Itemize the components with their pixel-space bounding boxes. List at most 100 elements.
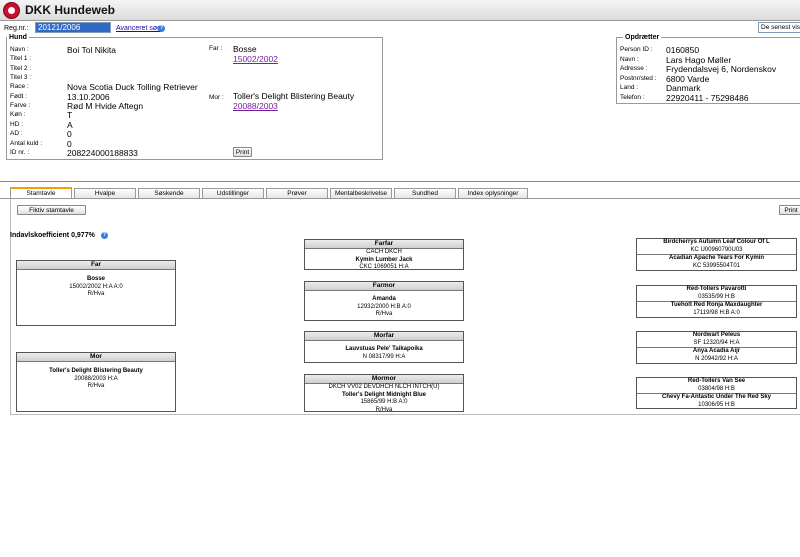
- grandparent-info: N 08317/99 H:A: [362, 353, 406, 360]
- grandparent-box[interactable]: Morfar Lauvstuas Pele' Taikapoika N 08317/…: [304, 331, 464, 363]
- great-grandparent-info: N 20942/92 H:A: [695, 355, 738, 362]
- grandparent-info: 12932/2000 H:B A:0: [357, 303, 411, 310]
- great-grandparent-info: 10306/95 H:B: [698, 401, 735, 408]
- great-grandparent-pair[interactable]: Nordwart Peleus SF 12320/94 H:A Anya Acadi…: [636, 331, 797, 364]
- tab-6[interactable]: Mentalbeskrivelse: [330, 188, 392, 198]
- great-grandparent-name: Acadian Apache Tears For Kymin: [637, 254, 796, 263]
- tab-4[interactable]: Udstillinger: [202, 188, 264, 198]
- dog-field-value: Rød M Hvide Aftegn: [67, 101, 144, 112]
- grandparent-box[interactable]: Farmor Amanda 12932/2000 H:B A:0 R/Hva: [304, 281, 464, 321]
- tab-2[interactable]: Hvalpe: [74, 188, 136, 198]
- grandparent-header: Farfar: [305, 240, 463, 249]
- dog-field-label: Køn :: [10, 111, 26, 119]
- parent-name: Toller's Delight Blistering Beauty: [49, 368, 143, 374]
- dog-field-label: Farve :: [10, 102, 31, 110]
- fictive-pedigree-button[interactable]: Fiktiv stamtavle: [17, 205, 86, 215]
- grandparent-name: Lauvstuas Pele' Taikapoika: [345, 346, 423, 352]
- inbreeding-coefficient: Indavlskoefficient 0,977%: [10, 232, 95, 239]
- breeder-field-label: Navn :: [620, 55, 639, 63]
- parent-header: Far: [17, 261, 175, 270]
- dog-field-value: 208224000188833: [67, 147, 138, 158]
- breeder-field-value: Frydendalsvej 6, Nordenskov: [666, 64, 777, 74]
- great-grandparent-info: SF 12320/94 H:A: [693, 339, 740, 346]
- pedigree-print-button[interactable]: Print: [779, 205, 800, 215]
- dog-field-label: Navn :: [10, 46, 29, 53]
- dog-field-label: Titel 3 :: [10, 74, 32, 82]
- great-grandparent-pair[interactable]: Red-Tollers Van See 03804/98 H:B Chevy Fa-…: [636, 377, 797, 409]
- great-grandparent-name: Chevy Fa-Antastic Under The Red Sky: [637, 393, 796, 402]
- father-reg-link[interactable]: 15002/2002: [233, 54, 278, 64]
- parent-header: Mor: [17, 353, 175, 362]
- grandparent-color: R/Hva: [375, 406, 393, 413]
- dog-print-button[interactable]: Print: [233, 147, 252, 157]
- mother-label: Mor :: [209, 94, 224, 101]
- dog-field-label: Titel 2 :: [10, 64, 32, 72]
- grandparent-name: Amanda: [372, 296, 396, 302]
- advanced-search-link[interactable]: Avanceret søg: [116, 25, 161, 32]
- mother-reg-link[interactable]: 20088/2003: [233, 101, 278, 111]
- reg-nr-label: Reg.nr.:: [4, 25, 29, 32]
- mother-box[interactable]: Mor Toller's Delight Blistering Beauty 200…: [16, 352, 176, 412]
- grandparent-info: CKC 1069051 H:A: [359, 264, 409, 270]
- breeder-panel-legend: Opdrætter: [625, 34, 660, 41]
- breeder-field-label: Adresse :: [620, 65, 648, 72]
- dog-field-label: HD :: [10, 120, 23, 128]
- parent-color: R/Hva: [87, 383, 105, 389]
- breeder-field-label: Telefon :: [620, 93, 645, 101]
- inbreeding-help-icon[interactable]: ?: [101, 232, 108, 239]
- parent-info: 15002/2002 H:A A:0: [69, 283, 123, 290]
- tab-1[interactable]: Stamtavle: [10, 187, 72, 198]
- grandparent-header: Farmor: [305, 282, 463, 291]
- tab-3[interactable]: Søskende: [138, 188, 200, 198]
- great-grandparent-name: Birdcherrys Autumn Leaf Colour Of L: [663, 239, 770, 245]
- mother-name: Toller's Delight Blistering Beauty: [233, 91, 355, 101]
- recent-dogs-select[interactable]: De senest viste: [758, 22, 800, 33]
- great-grandparent-info: KC U00960790U03: [690, 246, 743, 253]
- section-divider: [0, 181, 800, 182]
- parent-info: 20088/2003 H:A: [74, 375, 118, 382]
- great-grandparent-info: 03804/98 H:B: [698, 385, 735, 392]
- great-grandparent-name: Red-Tollers Pavarotti: [686, 286, 747, 292]
- great-grandparent-pair[interactable]: Birdcherrys Autumn Leaf Colour Of L KC U0…: [636, 238, 797, 271]
- dog-field-label: ID nr. :: [10, 148, 30, 156]
- breeder-field-value: 0160850: [666, 45, 700, 55]
- great-grandparent-name: Red-Tollers Van See: [687, 378, 746, 384]
- tab-5[interactable]: Prøver: [266, 188, 328, 198]
- great-grandparent-info: KC 53995504T01: [692, 262, 741, 269]
- great-grandparent-name: Tueholt Red Ronja Maxdaughter: [637, 301, 796, 310]
- dog-field-label: Titel 1 :: [10, 55, 32, 63]
- dog-panel-legend: Hund: [9, 34, 27, 41]
- great-grandparent-pair[interactable]: Red-Tollers Pavarotti 03535/99 H:B Tueholt…: [636, 285, 797, 318]
- grandparent-title: DKCH VV02 DEVDHCH NLCH INTCH(U): [328, 384, 440, 390]
- father-name: Bosse: [233, 44, 257, 54]
- grandparent-name: Toller's Delight Midnight Blue: [342, 391, 426, 398]
- grandparent-box[interactable]: Mormor DKCH VV02 DEVDHCH NLCH INTCH(U) Tol…: [304, 374, 464, 413]
- dog-field-label: Antal kuld :: [10, 139, 43, 147]
- great-grandparent-name: Nordwart Peleus: [692, 332, 741, 338]
- father-label: Far :: [209, 45, 223, 52]
- reg-nr-input[interactable]: 20121/2006: [35, 22, 111, 33]
- breeder-field-value: 6800 Varde: [666, 73, 710, 84]
- help-icon[interactable]: ?: [158, 25, 165, 32]
- breeder-field-label: Person ID :: [620, 46, 653, 53]
- app-header: [0, 0, 800, 21]
- breeder-field-label: Land :: [620, 84, 639, 91]
- dog-field-label: Race :: [10, 83, 29, 91]
- dkk-logo-icon: [3, 2, 20, 19]
- dog-field-label: Født :: [10, 92, 27, 100]
- grandparent-header: Mormor: [305, 375, 463, 384]
- great-grandparent-info: 03535/99 H:B: [698, 293, 735, 300]
- tab-7[interactable]: Sundhed: [394, 188, 456, 198]
- tab-8[interactable]: Index oplysninger: [458, 188, 528, 198]
- breeder-field-value: 22920411 - 75298486: [666, 92, 749, 103]
- breeder-field-value: Danmark: [666, 83, 701, 93]
- grandparent-box[interactable]: Farfar CACH DKCH Kymin Lumber Jack CKC 1069…: [304, 239, 464, 270]
- app-title: DKK Hundeweb: [25, 3, 115, 17]
- grandparent-info: 15865/99 H:B A:0: [360, 399, 408, 405]
- dog-field-label: AD :: [10, 130, 23, 138]
- great-grandparent-name: Anya Acadia Aijr: [637, 347, 796, 356]
- great-grandparent-info: 17119/98 H:B A:0: [693, 309, 740, 316]
- father-box[interactable]: Far Bosse 15002/2002 H:A A:0 R/Hva: [16, 260, 176, 326]
- parent-name: Bosse: [86, 276, 105, 282]
- grandparent-name: Kymin Lumber Jack: [355, 256, 413, 263]
